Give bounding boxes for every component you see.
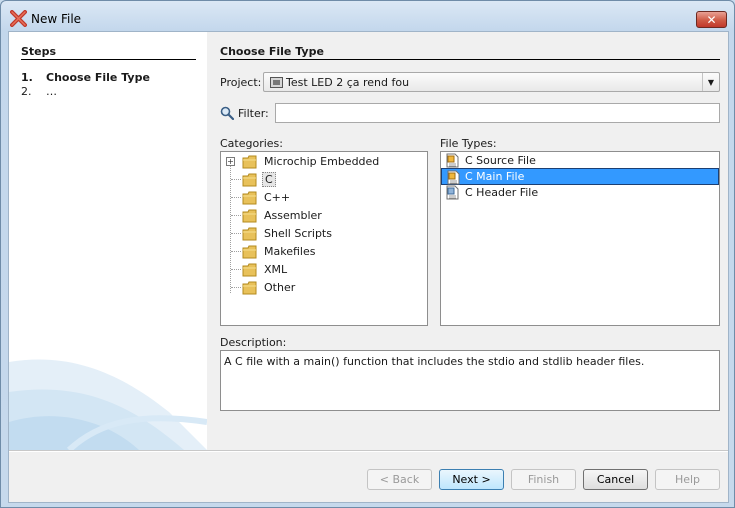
file-type-item-c-source[interactable]: C Source File (441, 152, 719, 169)
file-type-item-c-main[interactable]: C Main File (441, 168, 719, 185)
folder-icon (242, 263, 257, 277)
category-item-shell-scripts[interactable]: Shell Scripts (221, 225, 427, 243)
description-text: A C file with a main() function that inc… (220, 350, 720, 411)
file-type-label: C Source File (465, 154, 536, 167)
categories-tree[interactable]: + Microchip Embedded C C++ Assembler She… (220, 151, 428, 326)
filter-label: Filter: (238, 107, 269, 120)
file-type-label: C Header File (465, 186, 539, 199)
category-item-other[interactable]: Other (221, 279, 427, 297)
file-types-label: File Types: (440, 137, 497, 150)
step-label: Choose File Type (46, 71, 150, 84)
folder-icon (242, 173, 257, 187)
c-file-icon (447, 170, 460, 185)
new-file-dialog: New File ✕ Steps 1. Choose File Type 2. … … (0, 0, 735, 508)
category-label: C (262, 172, 276, 187)
h-file-icon (446, 185, 459, 200)
dialog-body: Steps 1. Choose File Type 2. … Choose File… (8, 31, 729, 503)
expand-icon[interactable]: + (226, 157, 235, 166)
category-item-microchip-embedded[interactable]: + Microchip Embedded (221, 153, 427, 171)
category-item-xml[interactable]: XML (221, 261, 427, 279)
button-bar-divider-highlight (9, 451, 728, 452)
chevron-down-icon[interactable]: ▼ (702, 73, 719, 91)
close-button[interactable]: ✕ (696, 11, 727, 28)
folder-icon (242, 155, 257, 169)
category-label: XML (264, 263, 288, 276)
filter-input[interactable] (275, 103, 720, 123)
step-number: 1. (21, 71, 33, 84)
cancel-button[interactable]: Cancel (583, 469, 648, 490)
c-file-icon (446, 153, 459, 168)
step-item-1: 1. Choose File Type (21, 71, 150, 84)
category-label: Microchip Embedded (264, 155, 380, 168)
steps-divider (21, 59, 196, 60)
title-divider (220, 59, 720, 60)
help-button[interactable]: Help (655, 469, 720, 490)
project-value: Test LED 2 ça rend fou (286, 76, 410, 89)
project-label: Project: (220, 76, 262, 89)
category-item-cpp[interactable]: C++ (221, 189, 427, 207)
category-label: Other (264, 281, 296, 294)
close-icon: ✕ (706, 12, 717, 27)
file-type-label: C Main File (465, 170, 525, 183)
next-button[interactable]: Next > (439, 469, 504, 490)
folder-icon (242, 191, 257, 205)
file-type-item-c-header[interactable]: C Header File (441, 184, 719, 201)
decorative-swoosh-graphic (9, 359, 207, 450)
project-dropdown[interactable]: Test LED 2 ça rend fou ▼ (263, 72, 720, 92)
folder-icon (242, 245, 257, 259)
folder-icon (242, 209, 257, 223)
category-label: C++ (264, 191, 291, 204)
step-label: … (46, 85, 57, 98)
step-item-2: 2. … (21, 85, 57, 98)
step-number: 2. (21, 85, 32, 98)
file-types-list[interactable]: C Source File C Main File C Header File (440, 151, 720, 326)
category-label: Makefiles (264, 245, 316, 258)
steps-title: Steps (21, 45, 57, 58)
category-item-makefiles[interactable]: Makefiles (221, 243, 427, 261)
search-icon (220, 106, 234, 120)
category-label: Shell Scripts (264, 227, 332, 240)
categories-label: Categories: (220, 137, 283, 150)
description-label: Description: (220, 336, 287, 349)
category-item-c[interactable]: C (221, 171, 427, 189)
steps-panel: Steps 1. Choose File Type 2. … (9, 32, 207, 450)
page-title: Choose File Type (220, 45, 324, 58)
chip-icon (270, 77, 283, 88)
folder-icon (242, 281, 257, 295)
category-item-assembler[interactable]: Assembler (221, 207, 427, 225)
app-x-icon (10, 10, 27, 27)
back-button[interactable]: < Back (367, 469, 432, 490)
title-bar[interactable]: New File ✕ (1, 1, 734, 31)
category-label: Assembler (264, 209, 322, 222)
folder-icon (242, 227, 257, 241)
finish-button[interactable]: Finish (511, 469, 576, 490)
window-title: New File (31, 12, 82, 26)
